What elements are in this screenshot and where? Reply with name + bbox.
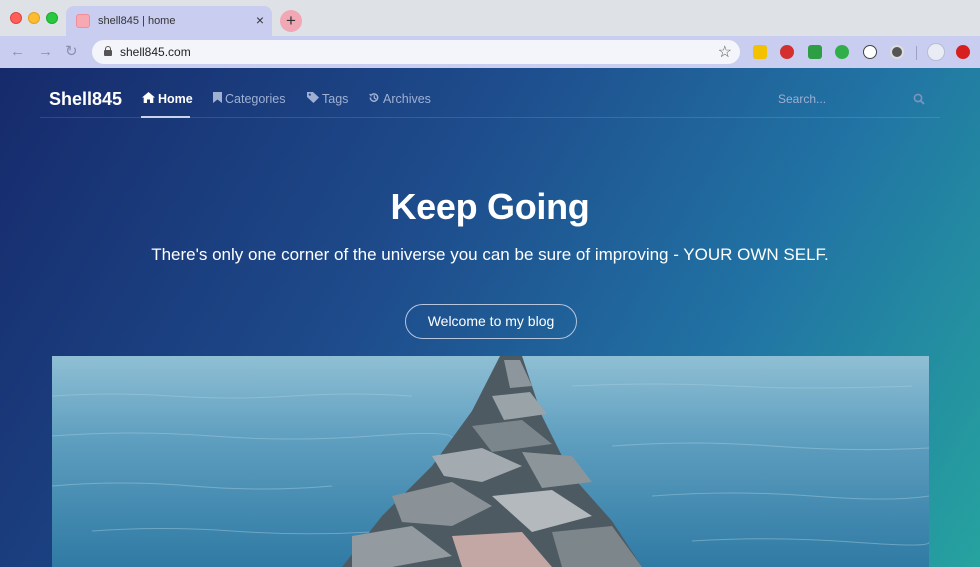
extension-icon[interactable]	[808, 45, 822, 59]
reload-button[interactable]: ↻	[65, 43, 78, 61]
back-button[interactable]: ←	[10, 43, 25, 61]
rock-jetty-image	[52, 356, 929, 567]
extension-icon[interactable]	[890, 45, 904, 59]
evernote-icon[interactable]	[835, 45, 849, 59]
update-icon[interactable]	[956, 45, 970, 59]
site-navbar: Shell845 Home Categories Tags Archives S	[40, 68, 940, 118]
new-tab-button[interactable]: +	[280, 10, 302, 32]
browser-tab[interactable]: shell845 | home ×	[66, 6, 272, 36]
hero-subtitle: There's only one corner of the universe …	[151, 245, 829, 264]
close-window-button[interactable]	[10, 12, 22, 24]
toolbar-divider	[916, 46, 917, 60]
hero-image	[52, 356, 929, 567]
maximize-window-button[interactable]	[46, 12, 58, 24]
nav-item-archives[interactable]: Archives	[368, 92, 431, 106]
search-icon[interactable]	[913, 93, 925, 105]
minimize-window-button[interactable]	[28, 12, 40, 24]
nav-item-categories[interactable]: Categories	[213, 92, 285, 106]
browser-tab-bar: shell845 | home × +	[0, 0, 980, 36]
nav-label: Home	[158, 92, 193, 106]
browser-toolbar: ← → ↻ shell845.com ☆	[0, 36, 980, 68]
profile-avatar-icon[interactable]	[927, 43, 945, 61]
bookmark-icon	[213, 92, 222, 103]
page-content: Shell845 Home Categories Tags Archives S	[0, 68, 980, 567]
address-bar[interactable]: shell845.com ☆	[92, 40, 740, 64]
forward-button[interactable]: →	[38, 43, 53, 61]
history-icon	[368, 93, 379, 102]
bookmark-star-icon[interactable]: ☆	[718, 42, 732, 62]
lock-icon	[104, 46, 112, 56]
extension-icon[interactable]	[753, 45, 767, 59]
search-input[interactable]: Search...	[778, 92, 826, 106]
favicon-icon	[76, 14, 90, 28]
nav-label: Archives	[383, 92, 431, 106]
nav-label: Tags	[322, 92, 349, 106]
info-icon[interactable]	[863, 45, 877, 59]
nav-item-home[interactable]: Home	[142, 92, 193, 106]
nav-item-tags[interactable]: Tags	[307, 92, 348, 106]
tab-title: shell845 | home	[98, 15, 176, 27]
welcome-button[interactable]: Welcome to my blog	[405, 304, 577, 339]
adblock-icon[interactable]	[780, 45, 794, 59]
nav-label: Categories	[225, 92, 286, 106]
home-icon	[142, 92, 155, 103]
active-nav-indicator	[141, 116, 190, 118]
url-text[interactable]: shell845.com	[120, 45, 191, 59]
hero-title: Keep Going	[390, 186, 590, 227]
tab-close-button[interactable]: ×	[256, 12, 264, 28]
site-brand[interactable]: Shell845	[49, 89, 122, 110]
tag-icon	[307, 92, 319, 103]
